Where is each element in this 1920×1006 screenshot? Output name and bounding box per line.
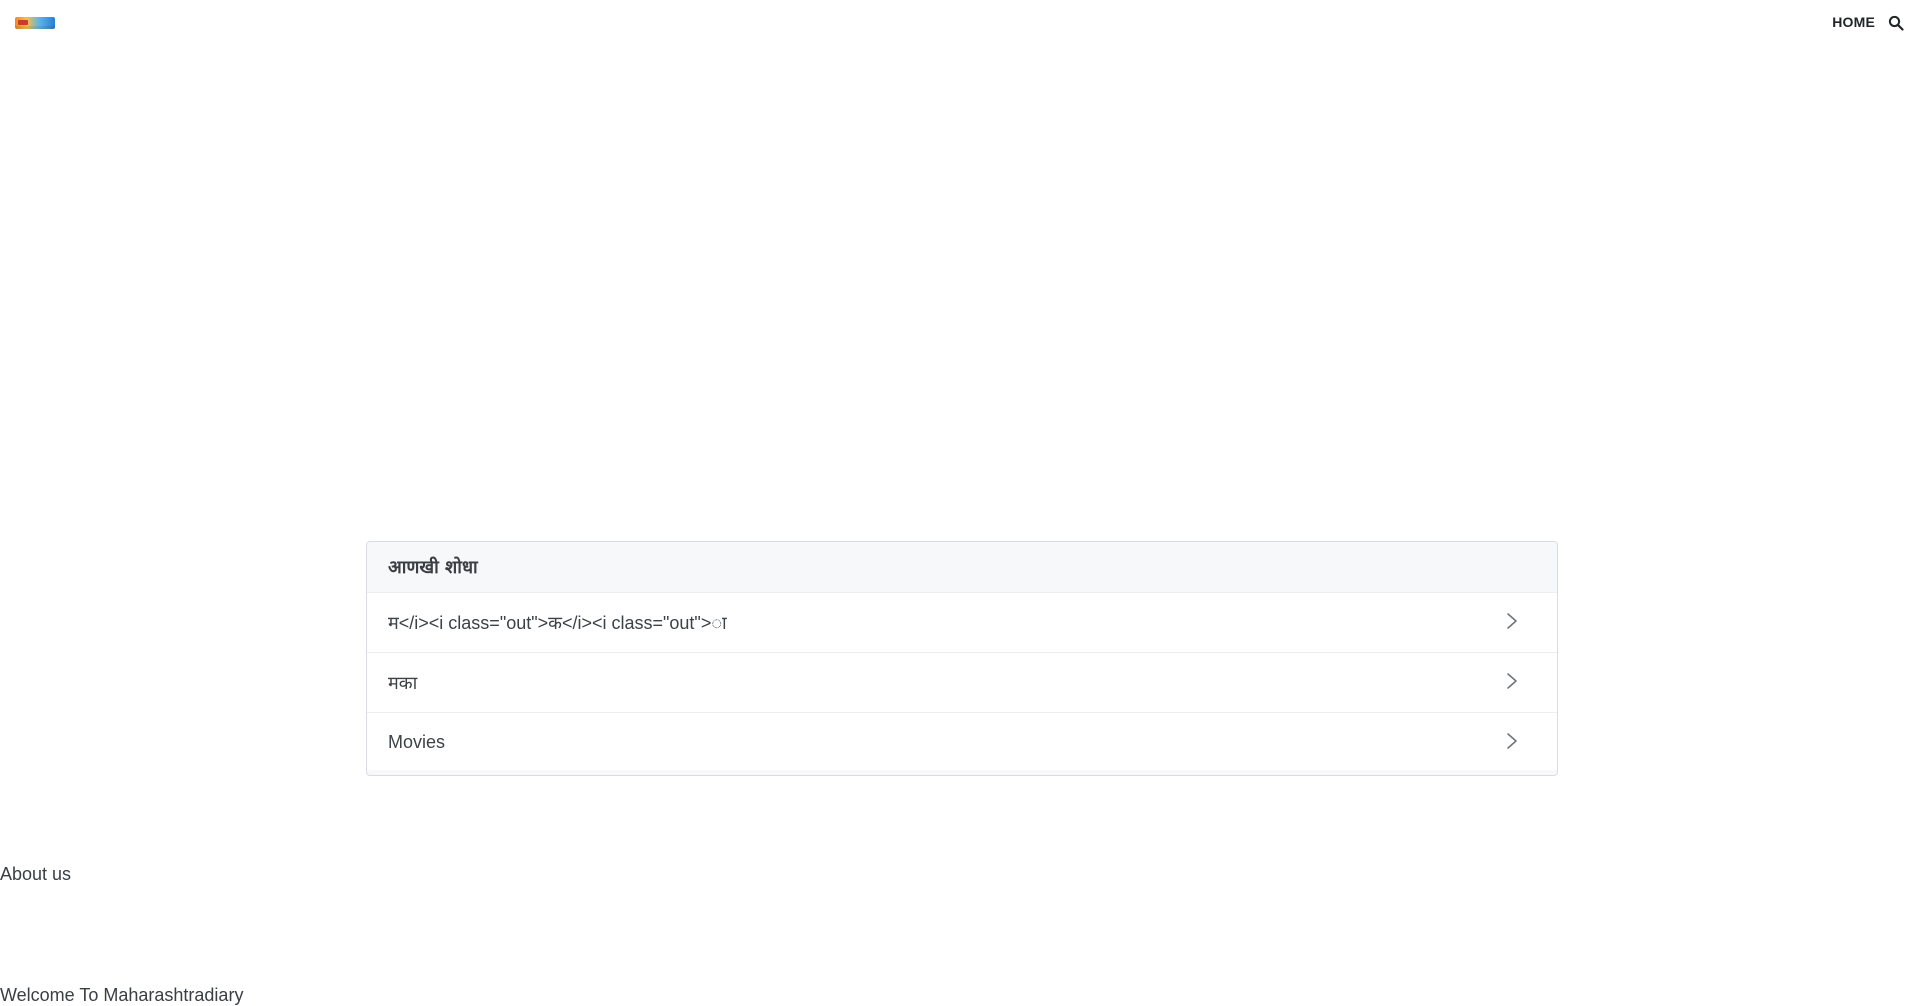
search-suggestion-item[interactable]: Movies bbox=[367, 713, 1557, 773]
top-navbar: HOME bbox=[0, 0, 1920, 46]
search-suggestion-label: म</i><i class="out">क</i><i class="out">… bbox=[388, 612, 727, 633]
chevron-right-icon bbox=[1506, 672, 1536, 694]
card-footer-strip bbox=[367, 770, 1557, 775]
welcome-text: Welcome To Maharashtradiary bbox=[0, 985, 244, 1005]
chevron-right-icon bbox=[1506, 612, 1536, 634]
search-suggestion-item[interactable]: म</i><i class="out">क</i><i class="out">… bbox=[367, 593, 1557, 653]
about-us-link[interactable]: About us bbox=[0, 864, 71, 885]
search-suggestion-item[interactable]: मका bbox=[367, 653, 1557, 713]
search-more-card: आणखी शोधा म</i><i class="out">क</i><i cl… bbox=[366, 541, 1558, 776]
nav-home-link[interactable]: HOME bbox=[1832, 14, 1875, 30]
search-suggestion-label: Movies bbox=[388, 732, 446, 752]
search-icon[interactable] bbox=[1888, 15, 1904, 31]
site-logo[interactable] bbox=[15, 17, 55, 29]
search-suggestion-label: मका bbox=[388, 672, 418, 693]
chevron-right-icon bbox=[1506, 732, 1536, 754]
search-more-heading: आणखी शोधा bbox=[367, 542, 1557, 593]
